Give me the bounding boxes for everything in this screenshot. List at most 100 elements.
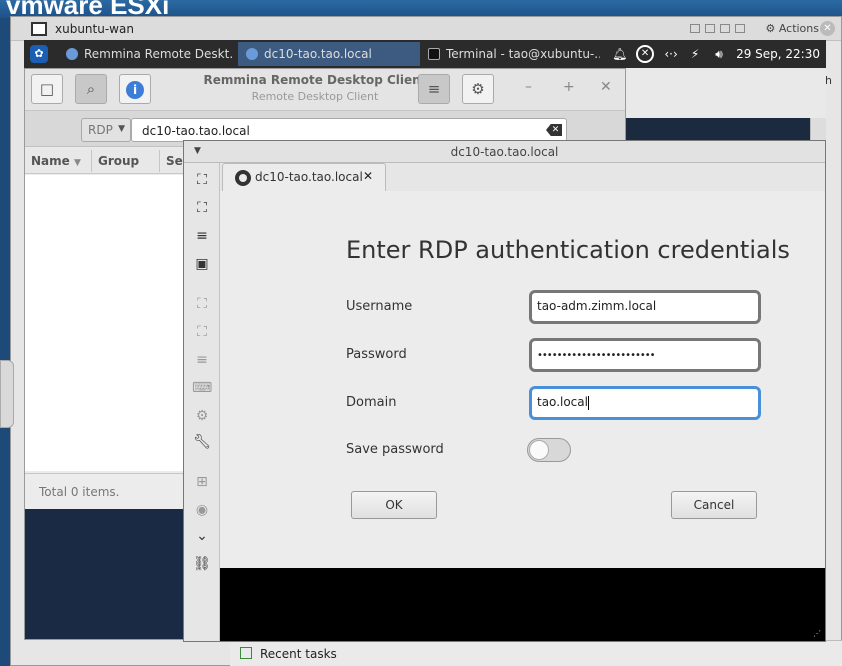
info-icon: i	[126, 81, 144, 99]
save-password-toggle[interactable]	[527, 438, 571, 462]
save-password-label: Save password	[346, 442, 444, 457]
preferences-icon[interactable]: ⚙	[192, 407, 212, 425]
minimize-icon[interactable]: –	[525, 79, 532, 95]
terminal-text: h	[825, 74, 832, 87]
menu-button[interactable]: ≡	[418, 74, 450, 104]
search-toggle-button[interactable]: ⌕	[75, 74, 107, 104]
resize-grip-icon[interactable]: ⋰	[813, 629, 823, 639]
password-field[interactable]: ••••••••••••••••••••••••	[529, 338, 761, 372]
window-subtitle: Remote Desktop Client	[251, 90, 379, 103]
connection-titlebar: ▼ dc10-tao.tao.local	[184, 141, 825, 163]
toggle-knob	[529, 440, 549, 460]
console-tool-icon[interactable]	[690, 24, 700, 33]
menu-lines-icon[interactable]: ≡	[192, 351, 212, 369]
username-field[interactable]: tao-adm.zimm.local	[529, 290, 761, 324]
scale-icon[interactable]: ⛶	[192, 295, 212, 313]
chevron-down-icon[interactable]: ⌄	[192, 527, 212, 545]
remote-display[interactable]	[220, 568, 825, 641]
preferences-button[interactable]: ⚙	[462, 74, 494, 104]
column-divider	[91, 150, 92, 172]
taskbar-label: Terminal - tao@xubuntu-...	[446, 47, 600, 61]
connection-tabs: dc10-tao.tao.local ✕	[220, 163, 825, 191]
taskbar-label: Remmina Remote Deskt...	[84, 47, 234, 61]
status-text: Total 0 items.	[39, 485, 120, 499]
notification-bell-icon[interactable]: 🔔︎	[612, 47, 627, 61]
esxi-titlebar: xubuntu-wan ⚙ Actions ✕	[11, 17, 841, 41]
taskbar-item-connection[interactable]: dc10-tao.tao.local	[238, 42, 420, 66]
clear-icon[interactable]: ✕	[546, 124, 562, 136]
window-title: Remmina Remote Desktop Client	[203, 73, 427, 87]
protocol-dropdown[interactable]: RDP ▼	[81, 118, 131, 142]
multi-monitor-icon[interactable]: ▣	[192, 255, 212, 273]
cancel-button[interactable]: Cancel	[671, 491, 757, 519]
disconnect-icon[interactable]: ⛓	[192, 555, 212, 573]
close-tab-icon[interactable]: ✕	[363, 169, 373, 183]
search-icon: ⌕	[86, 80, 96, 98]
connection-title: dc10-tao.tao.local	[450, 145, 559, 159]
remmina-icon	[246, 48, 258, 60]
tab-label: dc10-tao.tao.local	[255, 170, 363, 184]
dynamic-resolution-icon[interactable]: ⛶	[192, 323, 212, 341]
column-divider	[159, 150, 160, 172]
sort-down-icon: ▼	[73, 158, 81, 168]
fullscreen-icon[interactable]: ⛶	[192, 199, 212, 217]
console-tool-icon[interactable]	[720, 24, 730, 33]
wrench-icon[interactable]: 🔧︎	[192, 433, 212, 451]
password-label: Password	[346, 347, 407, 362]
system-tray: 🔔︎ ✕ ‹·› ⚡︎ 🔊︎ 29 Sep, 22:30	[612, 45, 820, 63]
dialog-heading: Enter RDP authentication credentials	[346, 236, 790, 264]
recent-tasks-bar[interactable]: Recent tasks	[230, 640, 842, 666]
tab-connection[interactable]: dc10-tao.tao.local ✕	[222, 163, 386, 191]
rdp-icon	[235, 170, 251, 186]
hamburger-icon: ≡	[427, 80, 441, 98]
keyboard-flag-icon[interactable]	[735, 24, 745, 33]
column-group[interactable]: Group	[98, 154, 139, 168]
auth-dialog: Enter RDP authentication credentials Use…	[220, 191, 825, 568]
new-window-icon[interactable]: ⊞	[192, 473, 212, 491]
new-connection-button[interactable]: □	[31, 74, 63, 104]
actions-menu[interactable]: ⚙ Actions	[765, 22, 819, 35]
xfce-top-panel: ✿ Remmina Remote Deskt... dc10-tao.tao.l…	[24, 40, 826, 68]
connection-side-toolbar: ⛶ ⛶ ≡ ▣ ⛶ ⛶ ≡ ⌨ ⚙ 🔧︎ ⊞ ◉ ⌄ ⛓	[184, 163, 220, 641]
taskbar-item-terminal[interactable]: Terminal - tao@xubuntu-...	[420, 42, 600, 66]
password-value: ••••••••••••••••••••••••	[537, 350, 656, 361]
whisker-menu-icon[interactable]: ✿	[30, 45, 48, 63]
username-value: tao-adm.zimm.local	[537, 299, 657, 313]
actions-label: Actions	[778, 22, 819, 35]
quick-connect-value: dc10-tao.tao.local	[142, 124, 250, 138]
column-name[interactable]: Name ▼	[31, 154, 81, 168]
network-arrows-icon[interactable]: ‹·›	[664, 47, 678, 61]
chevron-down-icon: ▼	[118, 124, 125, 134]
auto-resize-icon[interactable]: ⛶	[192, 171, 212, 189]
console-tool-icon[interactable]	[705, 24, 715, 33]
network-disconnected-icon[interactable]: ✕	[636, 45, 655, 63]
taskbar-item-remmina[interactable]: Remmina Remote Deskt...	[58, 42, 234, 66]
clock[interactable]: 29 Sep, 22:30	[736, 47, 820, 61]
hamburger-icon[interactable]: ≡	[192, 227, 212, 245]
keyboard-icon[interactable]: ⌨	[192, 379, 212, 397]
vm-console-icon	[31, 22, 47, 36]
gear-icon: ⚙	[471, 80, 485, 98]
remote-connection-window: ▼ dc10-tao.tao.local ⛶ ⛶ ≡ ▣ ⛶ ⛶ ≡ ⌨ ⚙ 🔧…	[183, 140, 826, 642]
console-toolbar	[690, 24, 745, 33]
volume-icon[interactable]: 🔊︎	[712, 47, 726, 61]
screenshot-icon[interactable]: ◉	[192, 501, 212, 519]
close-icon[interactable]: ✕	[820, 21, 835, 36]
text-cursor	[587, 395, 589, 410]
tasks-check-icon	[240, 647, 252, 659]
about-button[interactable]: i	[119, 74, 151, 104]
taskbar-label: dc10-tao.tao.local	[264, 47, 372, 61]
username-label: Username	[346, 299, 413, 314]
power-icon[interactable]: ⚡︎	[688, 47, 702, 61]
ok-button[interactable]: OK	[351, 491, 437, 519]
side-panel-handle[interactable]	[0, 360, 14, 428]
protocol-value: RDP	[88, 123, 113, 137]
quick-connect-input[interactable]: dc10-tao.tao.local ✕	[131, 118, 567, 142]
vm-title: xubuntu-wan	[55, 22, 134, 36]
close-icon[interactable]: ✕	[600, 79, 612, 95]
domain-field[interactable]: tao.local	[529, 386, 761, 420]
maximize-icon[interactable]: +	[563, 79, 575, 95]
domain-label: Domain	[346, 395, 397, 410]
new-connection-icon: □	[39, 80, 55, 98]
column-label: Name	[31, 154, 70, 168]
